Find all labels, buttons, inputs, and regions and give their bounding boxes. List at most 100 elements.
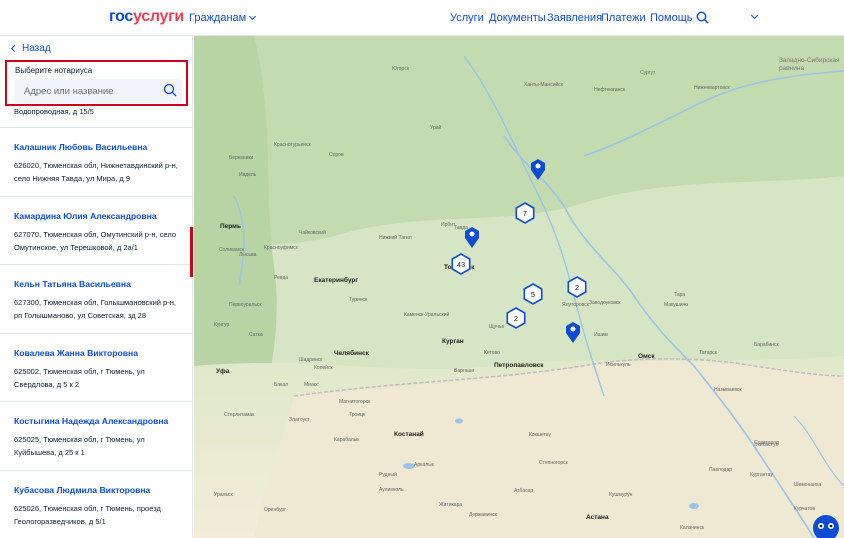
- town-label: Туринск: [349, 297, 368, 303]
- cluster-count: 2: [575, 283, 579, 292]
- town-label: Миасс: [304, 382, 319, 388]
- back-label: Назад: [22, 43, 51, 54]
- nav-services[interactable]: Услуги: [450, 12, 484, 24]
- town-label: Первоуральск: [229, 302, 263, 308]
- city-label: Пермь: [220, 223, 241, 230]
- town-label: Оренбург: [264, 507, 286, 513]
- address-search-input[interactable]: [15, 79, 155, 103]
- city-label: Курган: [442, 338, 464, 345]
- cluster-marker[interactable]: 2: [567, 276, 587, 298]
- town-label: Тавда: [454, 225, 468, 231]
- town-label: Березники: [229, 155, 254, 161]
- notary-list-item[interactable]: Костыгина Надежда Александровна 625025, …: [0, 401, 192, 470]
- notary-list-item[interactable]: Кельн Татьяна Васильевна 627300, Тюменск…: [0, 264, 192, 333]
- cluster-marker[interactable]: 43: [451, 253, 471, 275]
- town-label: Каменск-Уральский: [404, 311, 450, 318]
- logo-part-uslugi: услуги: [133, 8, 184, 25]
- nav-documents[interactable]: Документы: [489, 12, 546, 24]
- town-label: Краснотурьинск: [274, 142, 312, 148]
- notary-sidebar: Назад Выберите нотариуса Водопроводная, …: [0, 36, 193, 538]
- cluster-marker[interactable]: 2: [506, 307, 526, 329]
- town-label: Заводоуковск: [589, 300, 621, 306]
- region-label: равнина: [779, 65, 804, 72]
- town-label: Нефтеюганск: [594, 87, 626, 93]
- town-label: Кетово: [484, 350, 500, 356]
- town-label: Аркалык: [414, 462, 435, 468]
- profile-chevron-down-icon[interactable]: [750, 11, 759, 20]
- town-label: Красноуфимск: [264, 245, 299, 251]
- town-label: Серов: [329, 152, 344, 158]
- town-label: Урай: [430, 124, 442, 131]
- search-icon[interactable]: [696, 11, 709, 24]
- city-label: Омск: [638, 353, 655, 360]
- notary-map[interactable]: Пермь Екатеринбург Челябинск Уфа Курган Петро…: [194, 36, 844, 538]
- town-label: Югорск: [392, 66, 410, 72]
- cluster-marker[interactable]: 7: [515, 202, 535, 224]
- city-label: Костанай: [394, 430, 424, 438]
- notary-address: 625026, Тюменская обл, г Тюмень, проезд …: [14, 503, 161, 526]
- search-label: Выберите нотариуса: [15, 66, 93, 75]
- town-label: Копейск: [314, 364, 333, 371]
- town-label: Шадринск: [299, 357, 323, 363]
- notary-name[interactable]: Костыгина Надежда Александровна: [14, 416, 192, 427]
- town-label: Кургантау: [750, 472, 773, 478]
- search-field[interactable]: [15, 79, 182, 103]
- notary-address: 625025, Тюменская обл, г Тюмень, ул Куйб…: [14, 435, 145, 457]
- town-label: Кунгур: [214, 322, 229, 328]
- town-label: Сургут: [640, 70, 656, 76]
- lake: [689, 503, 699, 509]
- town-label: Калачинск: [680, 525, 705, 531]
- partial-address: Водопроводная, д 15/5: [14, 107, 94, 116]
- notary-list: Калашник Любовь Васильевна 626020, Тюмен…: [0, 127, 192, 538]
- region-label: Западно-Сибирская: [779, 56, 840, 64]
- cluster-count: 2: [514, 314, 518, 323]
- town-label: Атбасар: [514, 488, 533, 494]
- town-label: Макушино: [664, 302, 688, 308]
- town-label: Державинск: [469, 512, 498, 518]
- lake: [455, 418, 463, 424]
- town-label: Чайковский: [299, 229, 326, 236]
- town-label: Троицк: [349, 412, 366, 418]
- town-label: Ялуторовск: [562, 302, 590, 308]
- gosuslugi-logo[interactable]: госуслуги: [109, 8, 184, 26]
- notary-name[interactable]: Кубасова Людмила Викторовна: [14, 485, 192, 496]
- notary-address: 627070, Тюменская обл, Омутинский р-н, с…: [14, 229, 177, 252]
- city-label: Петропавловск: [494, 362, 544, 369]
- search-icon[interactable]: [163, 83, 177, 97]
- notary-name[interactable]: Камардина Юлия Александровна: [14, 211, 192, 222]
- town-label: Павлодар: [709, 467, 732, 473]
- back-link[interactable]: Назад: [10, 43, 51, 54]
- cluster-marker[interactable]: 5: [523, 283, 543, 305]
- town-label: Кушмурун: [609, 492, 633, 498]
- notary-list-item[interactable]: Камардина Юлия Александровна 627070, Тюм…: [0, 195, 192, 265]
- notary-list-item[interactable]: Кубасова Людмила Викторовна 625026, Тюме…: [0, 469, 192, 538]
- nav-applications[interactable]: Заявления: [547, 12, 602, 24]
- city-label: Челябинск: [334, 349, 370, 357]
- notary-list-item[interactable]: Калашник Любовь Васильевна 626020, Тюмен…: [0, 127, 192, 196]
- town-label: Аулиеколь: [379, 487, 404, 493]
- town-label: Татарск: [699, 350, 718, 356]
- nav-help[interactable]: Помощь: [650, 12, 693, 24]
- notary-name[interactable]: Кельн Татьяна Васильевна: [14, 279, 192, 290]
- citizens-dropdown[interactable]: Гражданам: [189, 12, 257, 24]
- town-label: Щучье: [489, 324, 505, 330]
- notary-name[interactable]: Калашник Любовь Васильевна: [14, 142, 192, 153]
- notary-address: 627300, Тюменская обл, Голышмановский р-…: [14, 298, 176, 320]
- cluster-count: 43: [457, 260, 465, 269]
- city-label: Екатеринбург: [314, 276, 358, 284]
- cluster-count: 7: [523, 209, 527, 218]
- town-label: Уральск: [214, 492, 234, 498]
- nav-payments[interactable]: Платежи: [601, 12, 646, 24]
- notary-address: 625002, Тюменская обл, г Тюмень, ул Свер…: [14, 366, 145, 389]
- town-label: Ханты-Мансийск: [524, 81, 564, 88]
- chevron-down-icon: [249, 12, 257, 21]
- city-label: Астана: [586, 514, 609, 521]
- notary-search-block: Выберите нотариуса: [5, 60, 188, 106]
- town-label: Рудный: [379, 471, 397, 478]
- notary-list-item[interactable]: Ковалева Жанна Викторовна 625002, Тюменс…: [0, 332, 192, 402]
- town-label: Славгород: [754, 440, 779, 446]
- map-canvas[interactable]: Пермь Екатеринбург Челябинск Уфа Курган Петро…: [194, 36, 844, 538]
- scroll-highlight-bar[interactable]: [190, 227, 193, 277]
- town-label: Кокшетау: [529, 432, 551, 438]
- notary-name[interactable]: Ковалева Жанна Викторовна: [14, 348, 192, 359]
